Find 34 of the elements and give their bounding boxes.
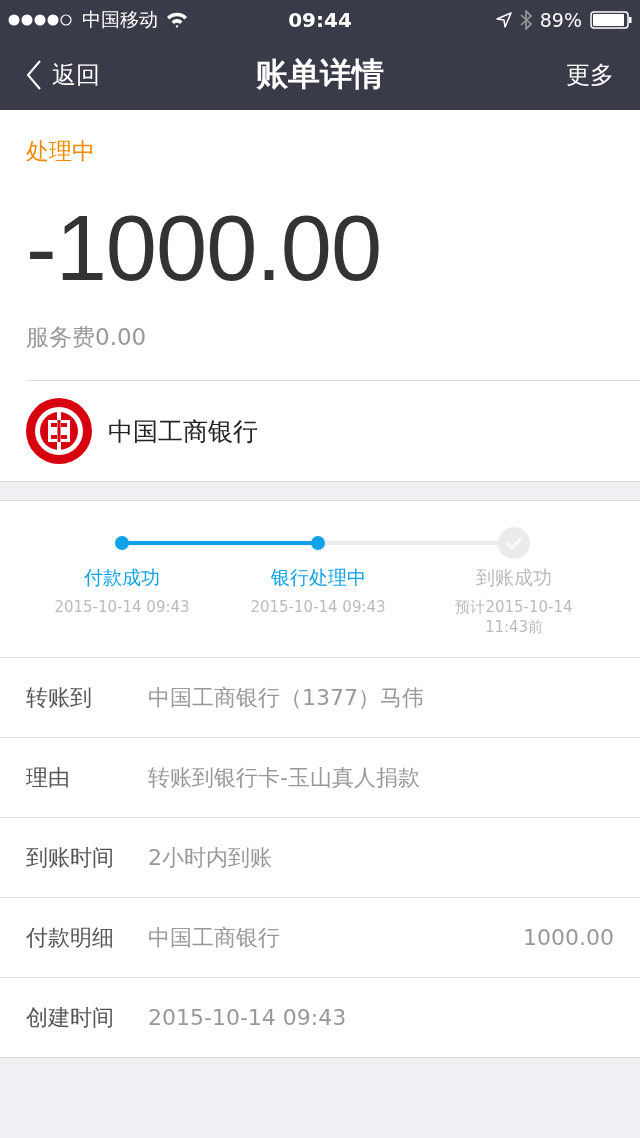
fee-text: 服务费0.00 xyxy=(26,323,148,352)
detail-label: 创建时间 xyxy=(26,1003,115,1032)
step-label: 到账成功 xyxy=(476,565,552,590)
detail-label: 理由 xyxy=(26,763,71,792)
battery-percent: 89% xyxy=(539,9,582,31)
step-label: 付款成功 xyxy=(84,565,160,590)
detail-value: 2015-10-14 09:43 xyxy=(148,1005,348,1030)
battery-icon xyxy=(590,11,632,29)
detail-value: 中国工商银行 xyxy=(148,923,281,952)
page-title: 账单详情 xyxy=(256,54,384,95)
detail-label: 到账时间 xyxy=(26,843,115,872)
detail-value: 转账到银行卡-玉山真人捐款 xyxy=(148,763,421,792)
detail-value: 中国工商银行（1377）马伟 xyxy=(148,683,425,712)
wifi-icon xyxy=(166,12,188,28)
status-label: 处理中 xyxy=(26,137,96,166)
bank-name: 中国工商银行 xyxy=(108,415,258,448)
location-icon xyxy=(495,12,512,28)
signal-icon xyxy=(8,14,74,26)
step-time: 2015-10-14 09:43 xyxy=(53,597,191,617)
bank-logo-icon xyxy=(26,398,92,464)
detail-value: 2小时内到账 xyxy=(148,843,273,872)
step-time: 2015-10-14 09:43 xyxy=(249,597,387,617)
back-button[interactable]: 返回 xyxy=(26,59,146,91)
detail-amount: 1000.00 xyxy=(523,925,614,950)
bluetooth-icon xyxy=(519,10,532,30)
detail-label: 转账到 xyxy=(26,683,93,712)
carrier-name: 中国移动 xyxy=(82,7,158,32)
step-label: 银行处理中 xyxy=(270,565,366,590)
detail-label: 付款明细 xyxy=(26,923,115,952)
chevron-left-icon xyxy=(26,60,42,90)
status-time: 09:44 xyxy=(288,8,352,32)
step-time: 预计2015-10-14 11:43前 xyxy=(454,597,574,637)
more-button[interactable]: 更多 xyxy=(494,59,614,91)
amount-text: -1000.00 xyxy=(26,196,383,301)
